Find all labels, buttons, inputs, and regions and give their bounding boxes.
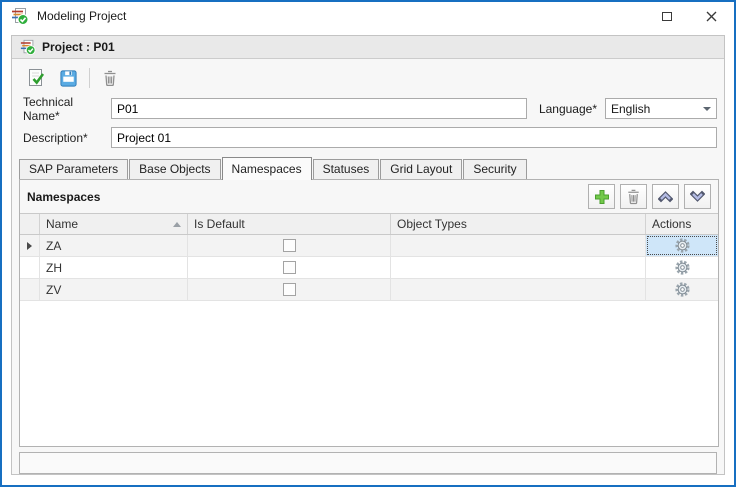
name-cell: ZV [40,279,188,300]
project-body: Technical Name* Language* English Descri… [12,59,724,478]
is-default-cell [188,257,391,278]
description-input[interactable] [111,127,717,148]
column-header-actions[interactable]: Actions [646,214,718,234]
actions-cell [646,279,718,300]
move-up-button[interactable] [652,184,679,209]
chevron-down-icon [703,107,711,111]
close-icon [706,11,717,22]
tab-strip: SAP ParametersBase ObjectsNamespacesStat… [17,157,719,179]
add-namespace-button[interactable] [588,184,615,209]
namespaces-panel-header: Namespaces [20,180,718,213]
maximize-icon [662,12,672,21]
is-default-checkbox[interactable] [283,261,296,274]
gear-icon [674,259,691,276]
save-icon [59,69,78,88]
actions-gear-button[interactable] [674,281,691,298]
toolbar [17,62,719,94]
row-indicator-cell [20,257,40,278]
namespaces-title: Namespaces [27,190,583,204]
form-row-technical-name: Technical Name* Language* English [23,98,717,119]
object-types-cell [391,257,646,278]
tab-grid-layout[interactable]: Grid Layout [380,159,462,179]
technical-name-input[interactable] [111,98,527,119]
actions-gear-button[interactable] [674,237,691,254]
form-row-description: Description* [23,127,717,148]
tab-statuses[interactable]: Statuses [313,159,380,179]
project-groupbox: Project : P01 [11,35,725,475]
move-up-icon [658,190,673,203]
table-row[interactable]: ZA [20,235,718,257]
actions-cell [646,257,718,278]
dialog-content: Project : P01 [2,30,734,485]
column-header-object-types[interactable]: Object Types [391,214,646,234]
column-header-is-default[interactable]: Is Default [188,214,391,234]
row-indicator-cell [20,235,40,256]
language-select[interactable]: English [605,98,717,119]
grid-body: ZA ZH [20,235,718,446]
actions-cell [646,235,718,256]
move-down-button[interactable] [684,184,711,209]
gear-icon [674,281,691,298]
delete-namespace-button[interactable] [620,184,647,209]
modeling-project-icon [11,7,29,25]
delete-icon [625,188,642,205]
namespaces-grid: Name Is Default Object Types Actions ZA [20,213,718,446]
name-cell: ZA [40,235,188,256]
row-indicator-header [20,214,40,234]
move-down-icon [690,190,705,203]
object-types-cell [391,279,646,300]
table-row[interactable]: ZV [20,279,718,301]
tab-namespaces[interactable]: Namespaces [222,157,312,180]
project-title: Project : P01 [42,40,115,54]
row-selector-arrow-icon [27,242,32,250]
table-row[interactable]: ZH [20,257,718,279]
grid-header: Name Is Default Object Types Actions [20,214,718,235]
modeling-project-dialog: Modeling Project Project : P01 [0,0,736,487]
close-button[interactable] [689,2,734,30]
is-default-checkbox[interactable] [283,239,296,252]
maximize-button[interactable] [644,2,689,30]
language-value: English [611,102,703,116]
namespaces-panel: Namespaces [19,179,719,447]
gear-icon [674,237,691,254]
window-title: Modeling Project [37,9,126,23]
save-button[interactable] [55,65,81,91]
tab-security[interactable]: Security [463,159,526,179]
is-default-cell [188,235,391,256]
is-default-cell [188,279,391,300]
validate-button[interactable] [23,65,49,91]
project-icon [20,39,36,55]
description-label: Description* [23,131,111,145]
column-header-name[interactable]: Name [40,214,188,234]
delete-button[interactable] [97,65,123,91]
delete-icon [101,69,119,87]
name-cell: ZH [40,257,188,278]
toolbar-separator [89,68,90,88]
tab-sap-parameters[interactable]: SAP Parameters [19,159,128,179]
object-types-cell [391,235,646,256]
project-header: Project : P01 [12,36,724,59]
is-default-checkbox[interactable] [283,283,296,296]
titlebar: Modeling Project [2,2,734,30]
language-label: Language* [539,102,597,116]
actions-gear-button[interactable] [674,259,691,276]
add-icon [594,189,610,205]
empty-footer-panel [19,452,717,474]
technical-name-label: Technical Name* [23,95,111,123]
row-indicator-cell [20,279,40,300]
tab-base-objects[interactable]: Base Objects [129,159,220,179]
validate-document-icon [26,68,46,88]
sort-ascending-icon [173,222,181,227]
